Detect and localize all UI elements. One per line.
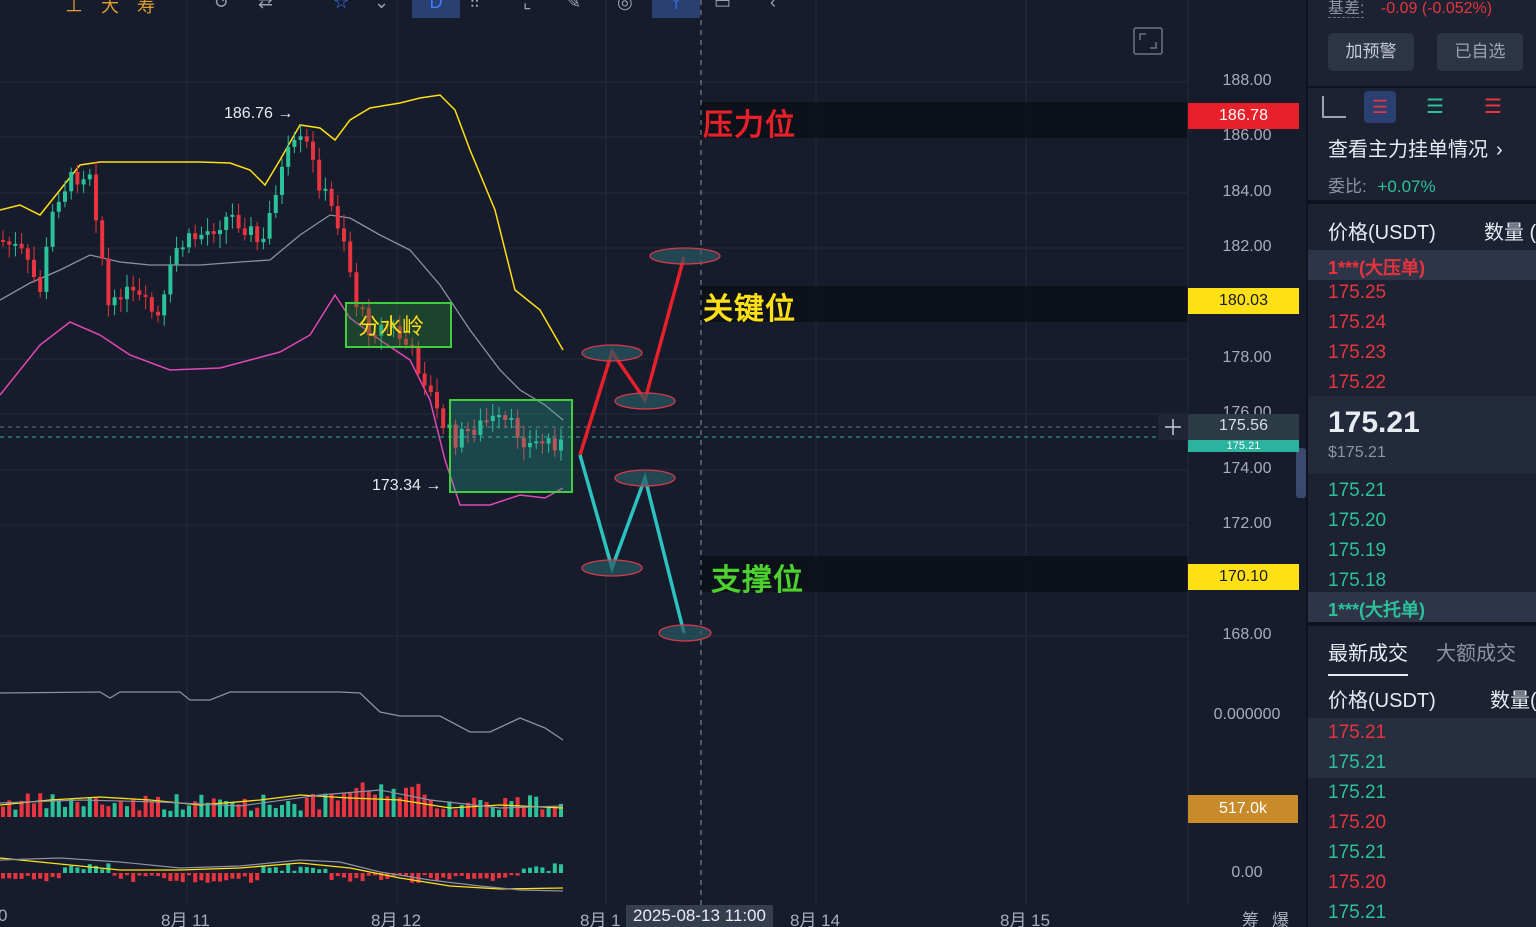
star-icon[interactable]: ☆ [333,0,349,13]
ratio-value: +0.07% [1377,177,1436,196]
low-marker: 173.34 → [372,477,442,494]
ask-row[interactable]: 175.25 [1328,282,1386,304]
view-asks-icon[interactable]: ☰ [1484,94,1502,119]
current-price-tag: 175.56 175.21 [1188,414,1299,452]
view-bids-icon[interactable]: ☰ [1426,94,1444,119]
ratio-row: 委比: +0.07% [1328,172,1436,197]
order-book-link[interactable]: 查看主力挂单情况 › [1328,133,1503,162]
tab-latest-trades[interactable]: 最新成交 [1328,637,1408,676]
volume-tag: 517.0k [1188,795,1298,823]
ask-row[interactable]: 175.24 [1328,312,1386,334]
axis-tick: 182.00 [1222,238,1272,255]
compare-icon[interactable]: ⇄ [258,0,273,13]
chevron-down-icon[interactable]: ⌄ [374,0,389,13]
last-price-usd: $175.21 [1328,444,1386,461]
price-chart[interactable] [0,0,1306,927]
timeframe-1d-icon[interactable]: D [412,0,460,18]
axis-tick: 178.00 [1222,349,1272,366]
trade-row: 175.21 [1328,782,1387,803]
chart-area[interactable]: ⊥ 大 寿 ↺ ⇄ ☆ ⌄ D ⫶⫶ ⌞ ✎ ◎ ⫯ ▭ ‹ 188.00 18… [0,0,1306,927]
support-label: 支撑位 [711,564,804,597]
watershed-label: 分水岭 [358,314,425,339]
ratio-label: 委比: [1328,177,1367,196]
ask-row[interactable]: 175.23 [1328,342,1386,364]
watchlist-button[interactable]: 已自选 [1437,33,1523,71]
add-alert-button[interactable]: 加预警 [1328,33,1414,71]
candles-icon[interactable]: ⫶⫶ [470,0,479,13]
fullscreen-icon [1133,27,1163,55]
last-price: 175.21 [1328,406,1420,439]
trade-row: 175.20 [1328,812,1387,833]
axis-tick: 174.00 [1222,460,1272,477]
resistance-label: 压力位 [703,109,796,142]
trade-row: 175.21 [1328,842,1387,863]
axis-tick: 168.00 [1222,626,1272,643]
crosshair-date: 2025-08-13 11:00 [626,905,773,927]
axis-tick: 184.00 [1222,183,1272,200]
draw-icon[interactable]: ✎ [566,0,581,13]
consolidation-box [449,399,573,493]
axis-tick: 186.00 [1222,127,1272,144]
basis-row: 基差: -0.09 (-0.052%) [1328,0,1492,18]
undo-icon[interactable]: ↺ [214,0,229,13]
date-tick: 8月 11 [161,911,210,927]
big-sell-row[interactable]: 1***(大压单) [1308,250,1536,280]
date-tick: 8月 12 [371,911,422,927]
date-tick: 8月 1 [580,911,621,927]
axis-tick: 188.00 [1222,72,1272,89]
liquidation-button[interactable]: 爆 [1272,906,1289,927]
chips-button[interactable]: 筹 [1242,906,1259,927]
clock-icon[interactable]: ◎ [617,0,633,13]
date-tick: 8月 14 [790,911,841,927]
qty-header: 数量 ( [1484,222,1536,244]
bid-row[interactable]: 175.18 [1328,570,1386,592]
top-toolbar: ⊥ 大 寿 ↺ ⇄ ☆ ⌄ D ⫶⫶ ⌞ ✎ ◎ ⫯ ▭ ‹ [0,0,830,18]
big-buy-row[interactable]: 1***(大托单) [1308,592,1536,622]
indicator-icon[interactable]: ⫯ [652,0,700,18]
view-default-icon[interactable] [1322,96,1346,118]
bid-row[interactable]: 175.20 [1328,510,1386,532]
axis-tick: 0.00 [1231,864,1263,881]
view-split-icon[interactable]: ☰ [1364,91,1396,123]
date-tick: 8月 15 [1000,911,1051,927]
trade-row: 175.21 [1328,752,1387,773]
current-price-sub: 175.21 [1188,440,1299,452]
key-price-tag: 180.03 [1188,288,1299,314]
toolbar-yellow-icons[interactable]: ⊥ 大 寿 [65,0,155,18]
support-price-tag: 170.10 [1188,564,1299,590]
ask-row[interactable]: 175.22 [1328,372,1386,394]
trades-qty-header: 数量( [1490,690,1536,712]
layout-icon[interactable]: ▭ [714,0,731,13]
resistance-price-tag: 186.78 [1188,103,1299,129]
big-sell-label: 1***(大压单) [1328,258,1426,278]
target-ellipses [581,247,721,642]
current-price-value: 175.56 [1219,417,1268,434]
trade-row: 175.21 [1328,902,1387,923]
indicator-line [0,691,564,741]
date-tick: 0 [0,906,8,925]
crop-icon[interactable]: ⌞ [523,0,531,13]
price-header: 价格(USDT) [1328,222,1436,244]
high-marker: 186.76 → [224,105,294,122]
axis-tick: 0.000000 [1213,706,1281,723]
trade-row: 175.21 [1328,722,1387,743]
big-buy-label: 1***(大托单) [1328,600,1426,620]
tab-large-trades[interactable]: 大额成交 [1436,637,1516,666]
basis-label: 基差: [1328,0,1365,18]
bid-row[interactable]: 175.21 [1328,480,1386,502]
order-book-panel: 基差: -0.09 (-0.052%) 加预警 已自选 ☰ ☰ ☰ 查看主力挂单… [1306,0,1536,927]
arrow-icon[interactable]: ‹ [770,0,776,13]
trades-price-header: 价格(USDT) [1328,690,1436,712]
last-price-block: 175.21 $175.21 [1308,396,1536,474]
chevron-right-icon: › [1496,139,1503,161]
basis-value: -0.09 (-0.052%) [1380,0,1493,17]
bollinger-upper [0,94,564,351]
trade-row: 175.20 [1328,872,1387,893]
axis-tick: 172.00 [1222,515,1272,532]
key-level-label: 关键位 [703,293,796,326]
bollinger-middle [0,214,564,421]
crosshair-plus-icon [1158,414,1188,440]
bid-row[interactable]: 175.19 [1328,540,1386,562]
